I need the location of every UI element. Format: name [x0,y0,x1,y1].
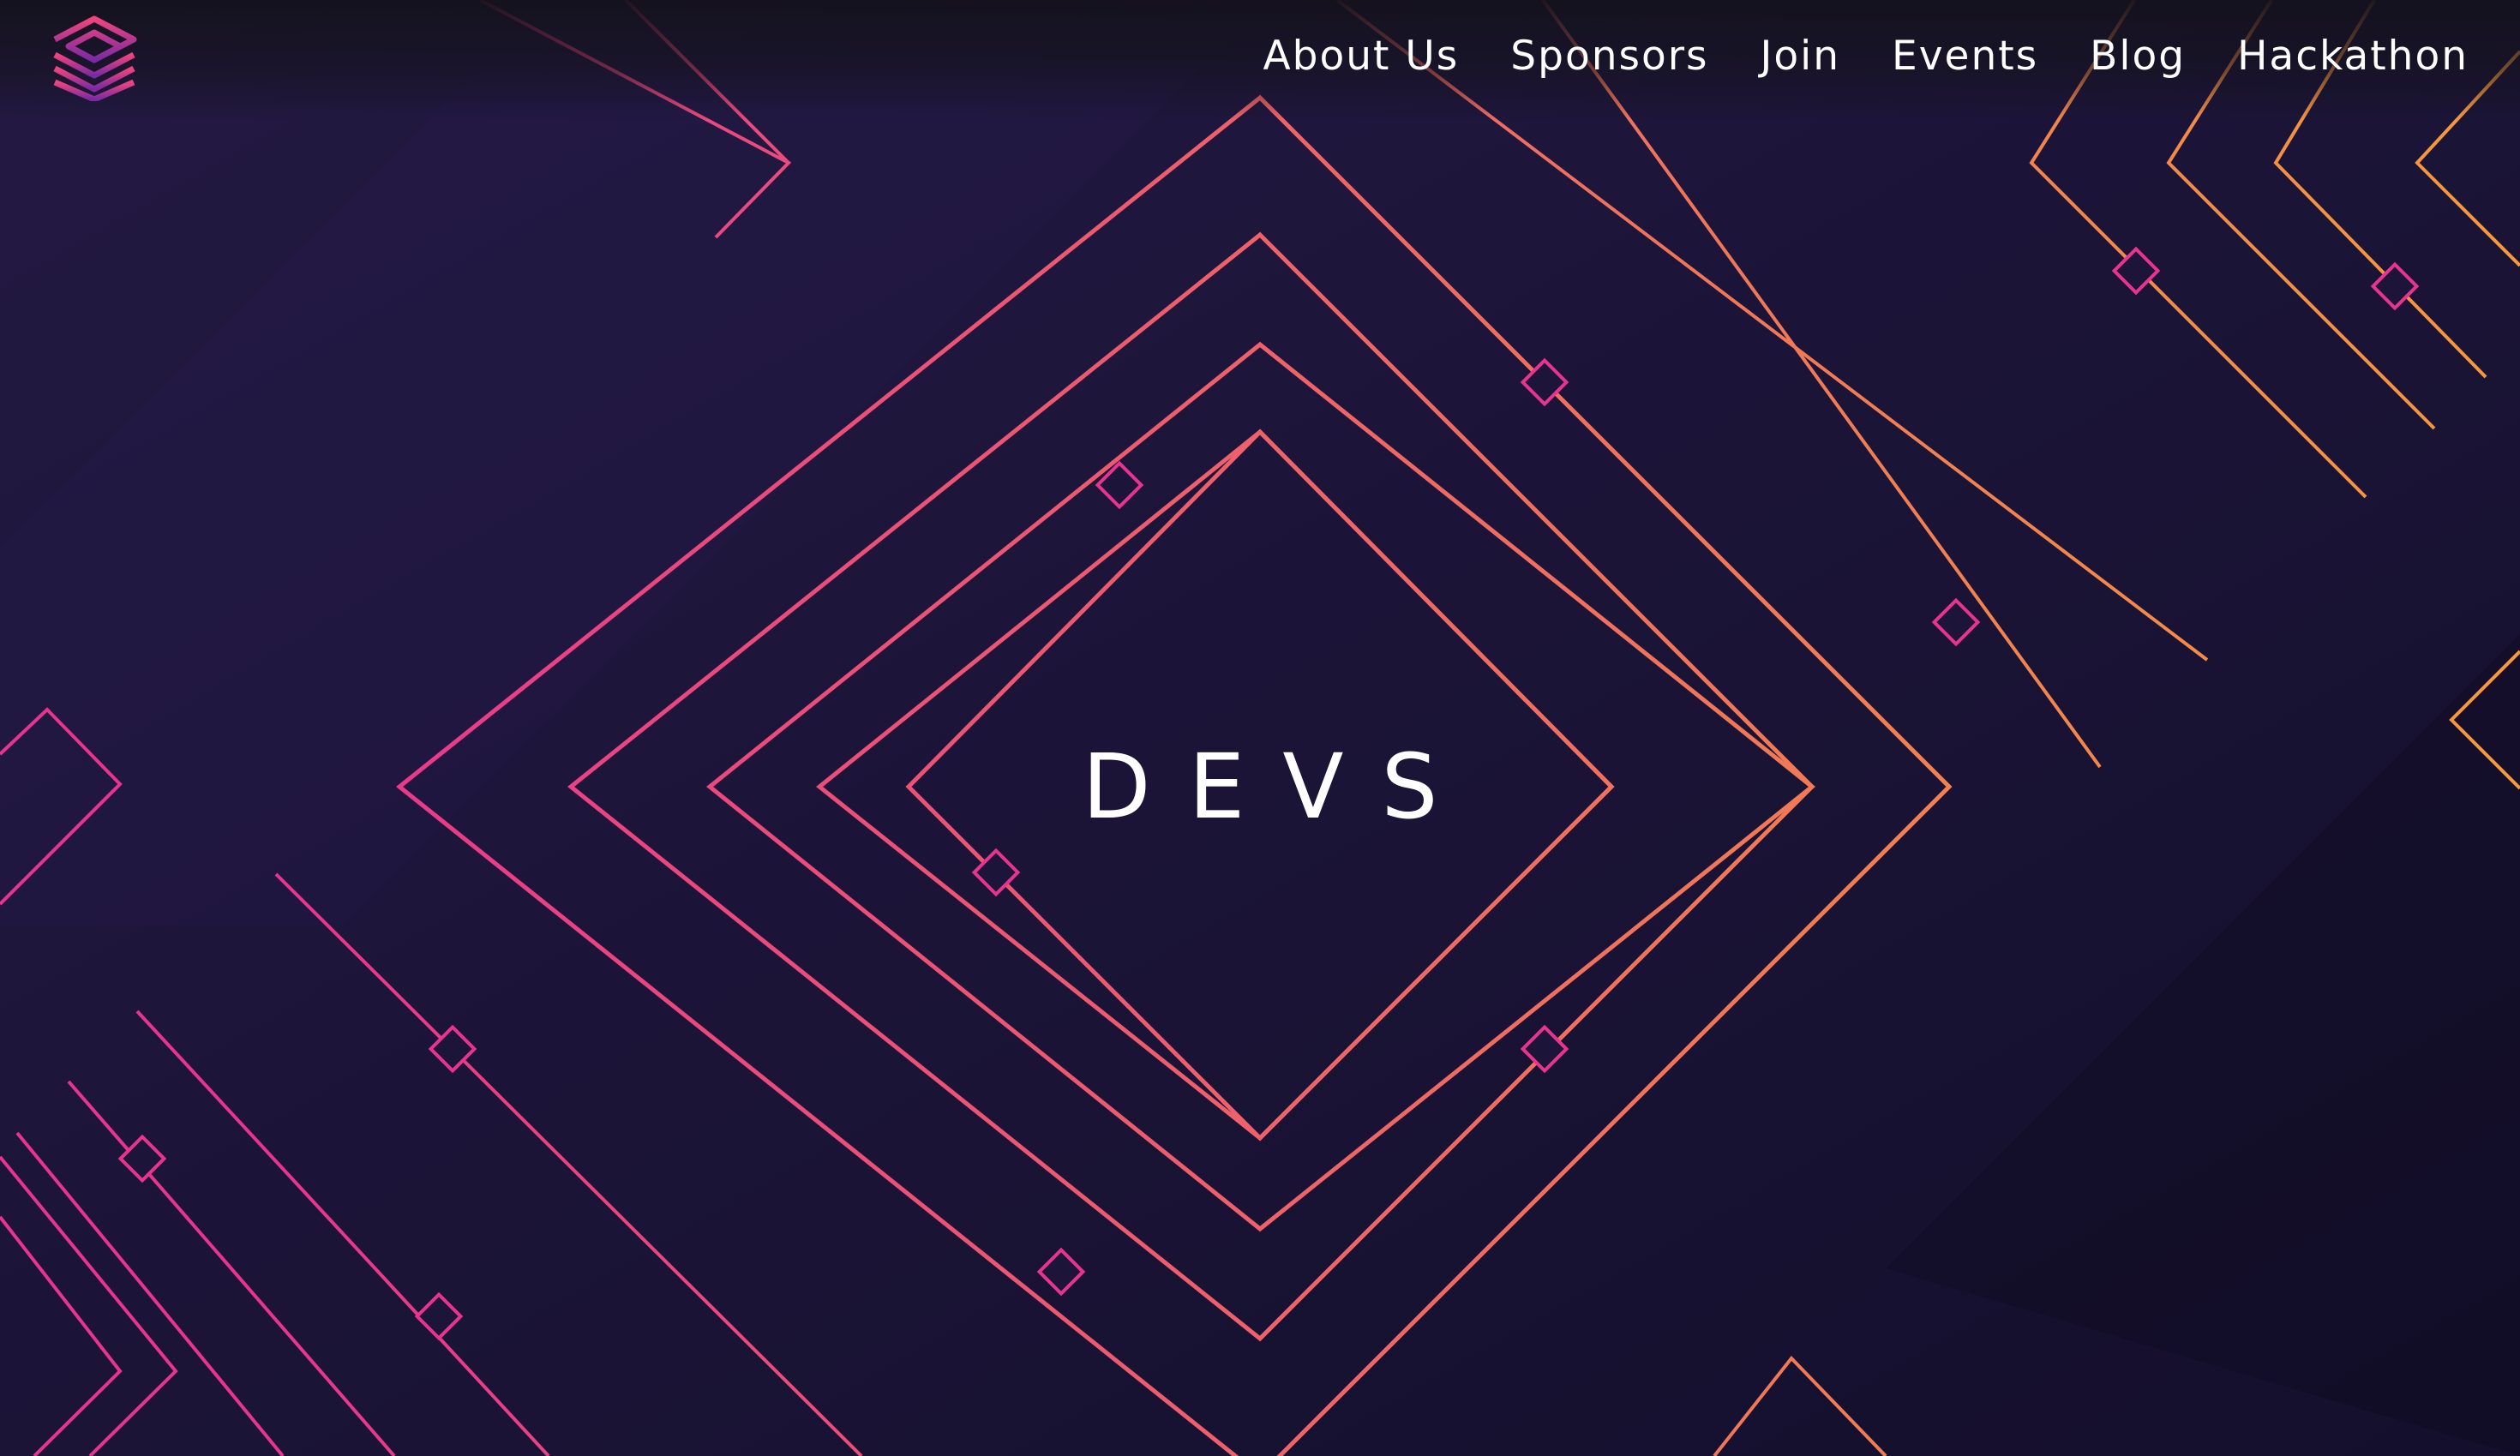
hero-title: DEVS [1082,734,1476,839]
nav-link-sponsors[interactable]: Sponsors [1510,33,1708,80]
nav-link-join[interactable]: Join [1761,33,1840,80]
nav-item-about-us: About Us [1263,33,1459,80]
nav-item-join: Join [1761,33,1840,80]
nav-item-blog: Blog [2090,33,2186,80]
main-nav: About Us Sponsors Join Events Blog Hacka… [1263,33,2469,80]
top-navigation-bar: About Us Sponsors Join Events Blog Hacka… [0,0,2520,120]
nav-link-blog[interactable]: Blog [2090,33,2186,80]
nav-link-hackathon[interactable]: Hackathon [2237,33,2469,80]
nav-link-about-us[interactable]: About Us [1263,33,1459,80]
stacked-layers-logo-icon[interactable] [48,14,141,101]
nav-item-sponsors: Sponsors [1510,33,1708,80]
hero-background [0,0,2520,1456]
nav-link-events[interactable]: Events [1892,33,2038,80]
nav-item-events: Events [1892,33,2038,80]
nav-item-hackathon: Hackathon [2237,33,2469,80]
